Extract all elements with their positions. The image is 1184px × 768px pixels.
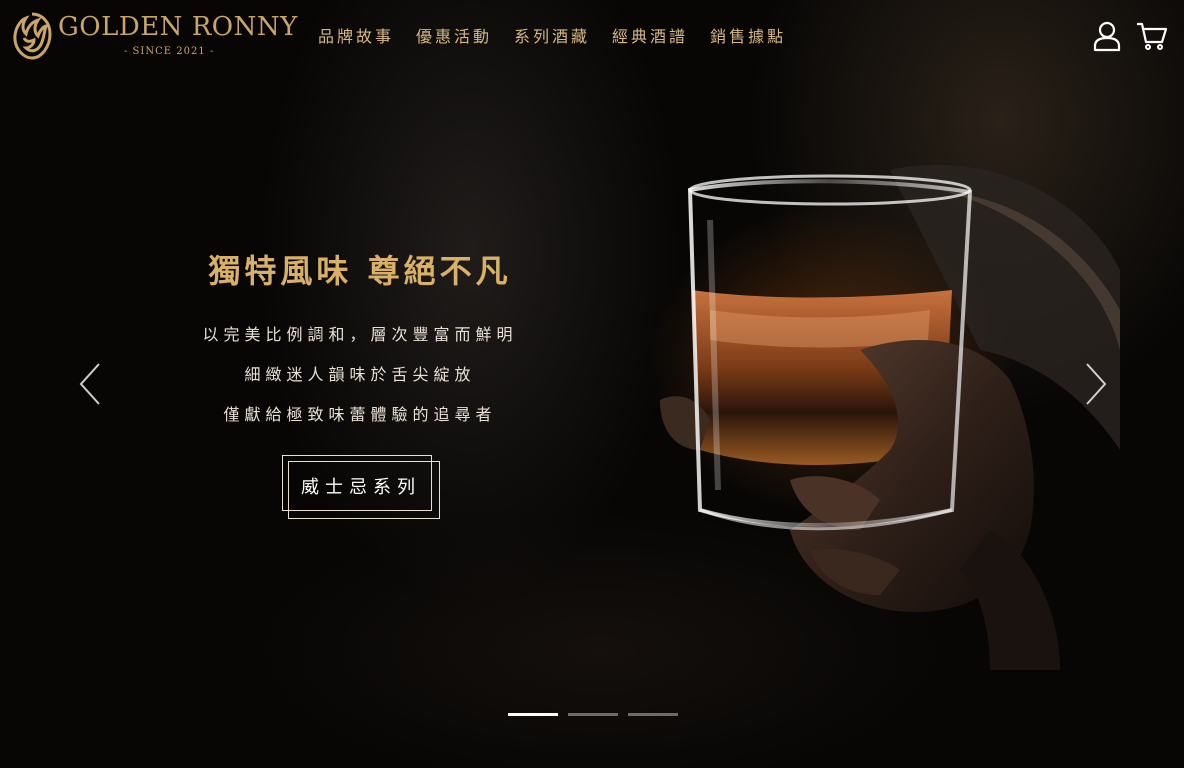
nav-item-promotions[interactable]: 優惠活動	[416, 23, 492, 47]
carousel-pagination	[508, 713, 678, 716]
whisky-series-label: 威士忌系列	[301, 477, 421, 498]
carousel-dot-3[interactable]	[628, 713, 678, 716]
hero-line-2: 細緻迷人韻味於舌尖綻放	[244, 365, 476, 384]
hero-line-1: 以完美比例調和，層次豐富而鮮明	[202, 325, 518, 344]
user-icon[interactable]	[1091, 20, 1123, 52]
site-header: GOLDEN RONNY - SINCE 2021 - 品牌故事 優惠活動 系列…	[0, 0, 1184, 72]
nav-item-collection[interactable]: 系列酒藏	[514, 23, 590, 47]
hero-title: 獨特風味 尊絕不凡	[208, 252, 512, 290]
hero-line-3: 僅獻給極致味蕾體驗的追尋者	[223, 405, 497, 424]
nav-item-brand-story[interactable]: 品牌故事	[318, 23, 394, 47]
cart-icon[interactable]	[1136, 20, 1168, 52]
whisky-series-button[interactable]: 威士忌系列	[282, 455, 440, 519]
lion-logo-icon	[13, 12, 52, 60]
nav-item-recipes[interactable]: 經典酒譜	[612, 23, 688, 47]
brand-since: - SINCE 2021 -	[124, 46, 215, 57]
nav-item-locations[interactable]: 銷售據點	[710, 23, 786, 47]
carousel-dot-2[interactable]	[568, 713, 618, 716]
brand-logo[interactable]: GOLDEN RONNY - SINCE 2021 -	[12, 10, 297, 62]
brand-name: GOLDEN RONNY	[58, 12, 298, 42]
main-nav: 品牌故事 優惠活動 系列酒藏 經典酒譜 銷售據點	[318, 23, 786, 47]
chevron-right-icon[interactable]	[1084, 362, 1108, 406]
hero-carousel: GOLDEN RONNY - SINCE 2021 - 品牌故事 優惠活動 系列…	[0, 0, 1184, 768]
whisky-glass-photo	[660, 164, 1120, 670]
carousel-dot-1[interactable]	[508, 713, 558, 716]
chevron-left-icon[interactable]	[78, 362, 102, 406]
